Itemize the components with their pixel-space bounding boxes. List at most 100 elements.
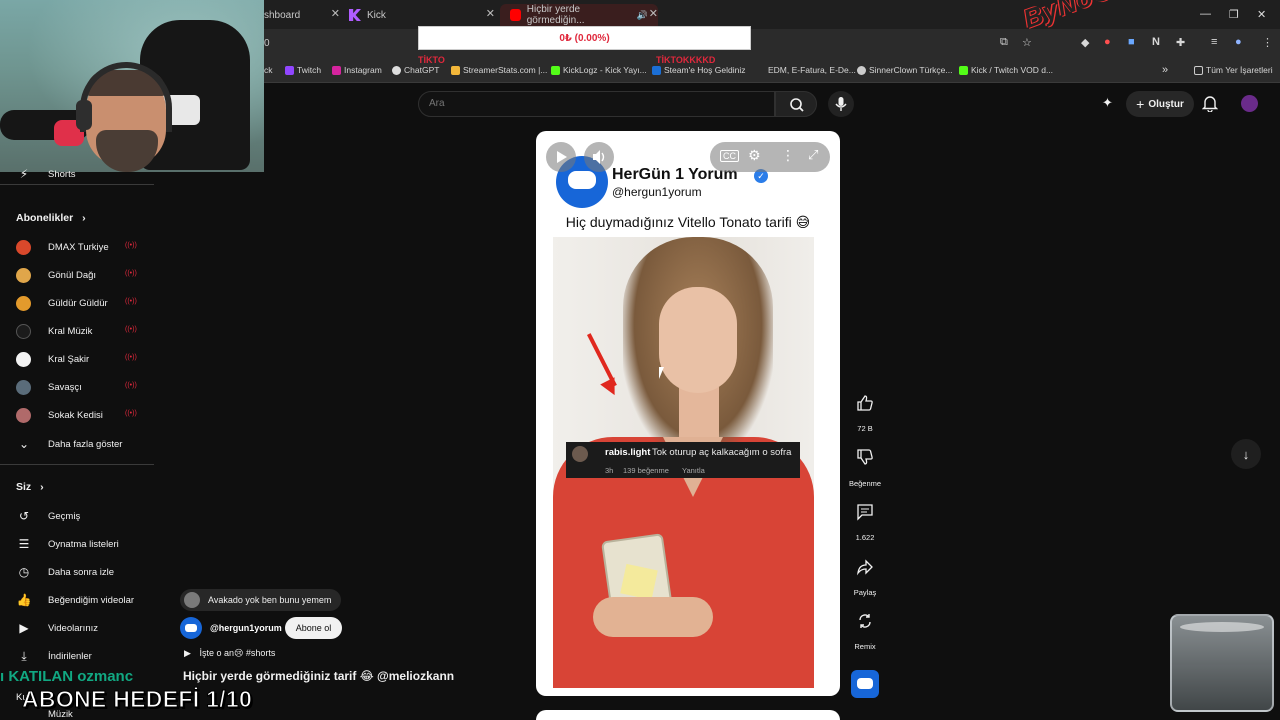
bookmark-item[interactable]: ChatGPT bbox=[392, 65, 439, 75]
search-button[interactable] bbox=[775, 91, 817, 117]
you-heading[interactable]: Siz › bbox=[16, 481, 44, 493]
more-vertical-icon[interactable]: ⋮ bbox=[781, 147, 795, 164]
sidebar-subscription[interactable]: Güldür Güldür bbox=[16, 296, 108, 311]
close-icon[interactable]: ✕ bbox=[486, 7, 495, 20]
sidebar-subscription[interactable]: Sokak Kedisi bbox=[16, 408, 103, 423]
sidebar-subscription[interactable]: Savaşçı bbox=[16, 380, 82, 395]
subscribe-button[interactable]: Abone ol bbox=[285, 617, 342, 639]
profile-avatar[interactable]: ● bbox=[1235, 36, 1242, 48]
channel-avatar bbox=[16, 408, 31, 423]
settings-icon[interactable]: ⚙ bbox=[748, 147, 761, 164]
bookmark-item[interactable]: Instagram bbox=[332, 65, 382, 75]
account-avatar[interactable] bbox=[1241, 95, 1258, 112]
remix-button[interactable] bbox=[851, 607, 879, 635]
channel-avatar bbox=[16, 352, 31, 367]
comment-time: 3h bbox=[605, 466, 614, 475]
chevron-right-icon: › bbox=[82, 212, 86, 224]
sidebar-item-shorts[interactable]: ⚡ Shorts bbox=[16, 166, 76, 182]
tab-dashboard[interactable]: shboard ✕ bbox=[264, 4, 340, 26]
volume-button[interactable] bbox=[584, 142, 614, 172]
suggestion-chip[interactable]: Avakado yok ben bunu yemem bbox=[180, 589, 342, 611]
dislike-button[interactable] bbox=[851, 443, 879, 471]
subscriptions-heading[interactable]: Abonelikler › bbox=[16, 212, 86, 224]
channel-avatar bbox=[16, 324, 31, 339]
sidebar-item-history[interactable]: ↺ Geçmiş bbox=[16, 508, 80, 524]
live-icon: ((•)) bbox=[125, 354, 137, 361]
video-title[interactable]: Hiçbir yerde görmediğiniz tarif 😂 @melio… bbox=[183, 669, 454, 683]
player-controls: CC ⚙ ⋮ ⤢ bbox=[710, 142, 830, 172]
search-box[interactable] bbox=[418, 91, 775, 117]
instagram-icon bbox=[332, 65, 341, 75]
bookmark-item[interactable]: Twitch bbox=[285, 65, 321, 75]
channel-row[interactable]: @hergun1yorum bbox=[180, 617, 282, 639]
play-button[interactable] bbox=[546, 142, 576, 172]
channel-handle[interactable]: @hergun1yorum bbox=[612, 185, 702, 199]
chevron-down-icon: ⌄ bbox=[18, 437, 30, 451]
close-icon[interactable]: ✕ bbox=[649, 7, 658, 20]
live-icon: ((•)) bbox=[125, 298, 137, 305]
overlay-label: TİKTO bbox=[418, 55, 445, 65]
bookmark-item[interactable]: Steam'e Hoş Geldiniz bbox=[652, 65, 745, 75]
sidebar-item-liked[interactable]: 👍 Beğendiğim videolar bbox=[16, 592, 135, 608]
bookmark-item[interactable]: EDM, E-Fatura, E-De... bbox=[768, 65, 856, 75]
menu-dots-icon[interactable]: ⋮ bbox=[1262, 36, 1273, 49]
bookmark-folder[interactable]: Tüm Yer İşaretleri bbox=[1194, 65, 1273, 75]
like-button[interactable] bbox=[851, 389, 879, 417]
remix-icon bbox=[859, 614, 871, 628]
speech-bubble-icon bbox=[568, 171, 596, 189]
mouse-cursor-icon bbox=[659, 367, 664, 379]
sidebar-item-playlists[interactable]: ☰ Oynatma listeleri bbox=[16, 536, 119, 552]
bookmark-item[interactable]: StreamerStats.com |... bbox=[451, 65, 547, 75]
channel-thumbnail[interactable] bbox=[851, 670, 879, 698]
chevron-right-icon: › bbox=[40, 481, 44, 493]
show-more-button[interactable]: ⌄ Daha fazla göster bbox=[16, 436, 123, 452]
next-short-preview[interactable] bbox=[536, 710, 840, 720]
donation-goal-bar: 0₺ (0.00%) bbox=[418, 26, 751, 50]
bookmark-item[interactable]: KickLogz - Kick Yayı... bbox=[551, 65, 647, 75]
minimize-icon[interactable]: — bbox=[1200, 8, 1211, 20]
captions-icon[interactable]: CC bbox=[720, 150, 739, 162]
address-url[interactable]: 0 bbox=[264, 38, 270, 49]
share-button[interactable] bbox=[851, 553, 879, 581]
bell-icon[interactable] bbox=[1202, 95, 1218, 112]
sidebar-item-watch-later[interactable]: ◷ Daha sonra izle bbox=[16, 564, 114, 580]
sidebar-subscription[interactable]: Kral Şakir bbox=[16, 352, 89, 367]
voice-search-button[interactable] bbox=[828, 91, 854, 117]
comment-likes: 139 beğenme bbox=[623, 466, 669, 475]
overlay-label: TİKTOKKKKD bbox=[656, 55, 716, 65]
bookmark-item[interactable]: Kick / Twitch VOD d... bbox=[959, 65, 1053, 75]
twitch-icon bbox=[285, 65, 294, 75]
install-icon[interactable]: ⧉ bbox=[1000, 36, 1008, 49]
maximize-icon[interactable]: ❐ bbox=[1229, 8, 1239, 21]
divider bbox=[0, 184, 154, 185]
tab-kick[interactable]: Kick ✕ bbox=[349, 4, 495, 26]
tab-youtube-short[interactable]: Hiçbir yerde görmediğin... 🔊 ✕ bbox=[500, 4, 658, 26]
close-icon[interactable]: ✕ bbox=[331, 7, 340, 20]
sound-link[interactable]: ▶ İşte o an😢 #shorts bbox=[184, 648, 275, 659]
next-video-button[interactable]: ↓ bbox=[1231, 439, 1261, 469]
create-button[interactable]: + Oluştur bbox=[1126, 91, 1194, 117]
bookmark-item[interactable]: SinnerClown Türkçe... bbox=[857, 65, 952, 75]
premium-icon[interactable]: ✦ bbox=[1102, 95, 1113, 111]
bookmark-item[interactable]: ck bbox=[264, 65, 273, 75]
fullscreen-icon[interactable]: ⤢ bbox=[808, 147, 818, 163]
bynogame-logo: ByNoGame bbox=[1019, 0, 1200, 62]
comments-button[interactable] bbox=[851, 498, 879, 526]
channel-avatar bbox=[16, 296, 31, 311]
sidebar-subscription[interactable]: Kral Müzik bbox=[16, 324, 92, 339]
microphone-icon bbox=[835, 97, 847, 111]
chevron-right-icon[interactable]: » bbox=[1162, 64, 1168, 76]
close-window-icon[interactable]: ✕ bbox=[1257, 8, 1266, 21]
sidebar-subscription[interactable]: DMAX Turkiye bbox=[16, 240, 109, 255]
history-icon: ↺ bbox=[18, 509, 30, 523]
search-input[interactable] bbox=[429, 98, 759, 109]
speaker-icon[interactable]: 🔊 bbox=[637, 10, 648, 21]
sidebar-item-your-videos[interactable]: ▶ Videolarınız bbox=[16, 620, 98, 636]
sidebar-item-downloads[interactable]: ⤓ İndirilenler bbox=[16, 648, 91, 664]
tab-label: shboard bbox=[264, 9, 301, 21]
live-icon: ((•)) bbox=[125, 326, 137, 333]
media-icon[interactable]: ≡ bbox=[1211, 36, 1217, 48]
channel-avatar bbox=[16, 380, 31, 395]
thumbs-up-icon bbox=[857, 395, 873, 411]
sidebar-subscription[interactable]: Gönül Dağı bbox=[16, 268, 96, 283]
